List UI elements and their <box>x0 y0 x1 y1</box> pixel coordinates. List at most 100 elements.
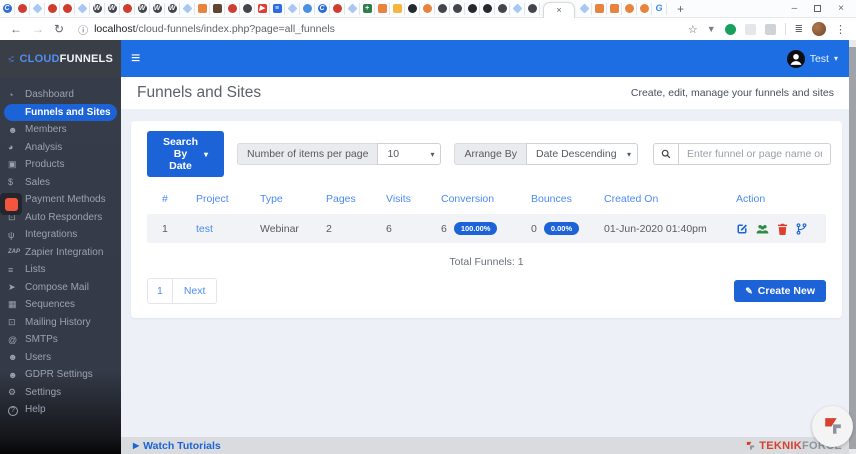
bookmark-star-icon[interactable]: ☆ <box>688 23 698 36</box>
sidebar-item-help[interactable]: ?Help <box>0 401 121 419</box>
teknikforce-badge <box>812 406 853 447</box>
pinned-tab-favicon[interactable] <box>45 3 60 15</box>
grammarly-extension-icon[interactable] <box>725 24 736 35</box>
pinned-tab-favicon[interactable] <box>60 3 75 15</box>
pinned-tab-favicon[interactable]: W <box>105 3 120 15</box>
sidebar-item-funnels-and-sites[interactable]: Funnels and Sites <box>4 104 117 122</box>
search-by-date-button[interactable]: Search By Date▾ <box>147 131 224 177</box>
pinned-tab-favicon[interactable] <box>330 3 345 15</box>
watch-tutorials-link[interactable]: ▶ Watch Tutorials <box>133 440 221 452</box>
window-maximize-button[interactable] <box>814 5 821 12</box>
analysis-icon: ◕ <box>8 142 25 152</box>
pinned-tab-favicon[interactable] <box>180 3 195 15</box>
sidebar-item-zapier-integration[interactable]: ZAPZapier Integration <box>0 244 121 262</box>
sidebar-item-members[interactable]: ☻Members <box>0 121 121 139</box>
pinned-tab-favicon[interactable] <box>592 3 607 15</box>
scrollbar[interactable] <box>849 40 856 454</box>
tab-close-icon[interactable]: × <box>556 6 561 15</box>
site-info-icon[interactable]: ⓘ <box>78 22 88 37</box>
pinned-tab-favicon[interactable]: W <box>90 3 105 15</box>
pinned-tab-favicon[interactable] <box>210 3 225 15</box>
sidebar-item-products[interactable]: ▣Products <box>0 156 121 174</box>
active-tab[interactable]: × <box>543 2 575 18</box>
sidebar-item-integrations[interactable]: ψIntegrations <box>0 226 121 244</box>
sidebar-item-settings[interactable]: ⚙Settings <box>0 384 121 402</box>
members-icon[interactable] <box>756 223 769 235</box>
address-bar[interactable]: localhost/cloud-funnels/index.php?page=a… <box>94 23 335 35</box>
hamburger-menu-icon[interactable]: ≡ <box>131 50 140 68</box>
sidebar-item-mailing-history[interactable]: ⊡Mailing History <box>0 314 121 332</box>
window-minimize-button[interactable]: – <box>792 3 798 14</box>
pinned-tab-favicon[interactable]: ▶ <box>255 3 270 15</box>
extension-icon[interactable] <box>765 24 776 35</box>
browser-profile-avatar[interactable] <box>812 22 826 36</box>
project-link[interactable]: test <box>196 223 260 235</box>
conversion-count: 6 <box>441 223 447 235</box>
forward-button[interactable]: → <box>32 22 44 36</box>
pinned-tab-favicon[interactable]: G <box>652 3 667 15</box>
pinned-tab-favicon[interactable]: ≡ <box>270 3 285 15</box>
delete-icon[interactable] <box>777 223 788 235</box>
back-button[interactable]: ← <box>10 22 22 36</box>
created-on: 01-Jun-2020 01:40pm <box>604 223 736 235</box>
clone-funnel-icon[interactable] <box>796 223 807 235</box>
pinned-tab-favicon[interactable]: W <box>135 3 150 15</box>
arrange-by-select[interactable]: Date Descending▾ <box>526 143 638 165</box>
pinned-tab-favicon[interactable]: C <box>0 3 15 15</box>
sidebar-item-sales[interactable]: $Sales <box>0 174 121 192</box>
pinned-tab-favicon[interactable] <box>637 3 652 15</box>
scrollbar-thumb[interactable] <box>849 47 856 449</box>
pinned-tab-favicon[interactable] <box>420 3 435 15</box>
pinned-tab-favicon[interactable] <box>405 3 420 15</box>
pinned-tab-favicon[interactable]: + <box>360 3 375 15</box>
pinned-tab-favicon[interactable] <box>465 3 480 15</box>
pinned-tab-favicon[interactable]: C <box>315 3 330 15</box>
sidebar-item-users[interactable]: ☻Users <box>0 349 121 367</box>
pinned-tab-favicon[interactable] <box>435 3 450 15</box>
pinned-tab-favicon[interactable] <box>450 3 465 15</box>
sidebar-item-gdpr-settings[interactable]: ☻GDPR Settings <box>0 366 121 384</box>
pinned-tab-favicon[interactable] <box>607 3 622 15</box>
pinned-tab-favicon[interactable] <box>300 3 315 15</box>
pinned-tab-favicon[interactable] <box>75 3 90 15</box>
pinned-tab-favicon[interactable] <box>525 3 540 15</box>
sidebar-item-dashboard[interactable]: ◔Dashboard <box>0 86 121 104</box>
pinned-tab-favicon[interactable] <box>495 3 510 15</box>
sidebar-item-sequences[interactable]: ▦Sequences <box>0 296 121 314</box>
pinned-tab-favicon[interactable]: W <box>150 3 165 15</box>
sidebar-item-smtps[interactable]: @SMTPs <box>0 331 121 349</box>
search-input[interactable] <box>678 143 831 165</box>
sidebar-item-analysis[interactable]: ◕Analysis <box>0 139 121 157</box>
pinned-tab-favicon[interactable] <box>375 3 390 15</box>
user-menu[interactable]: Test ▾ <box>787 50 838 68</box>
pinned-tab-favicon[interactable] <box>285 3 300 15</box>
create-new-button[interactable]: ✎ Create New <box>734 280 826 302</box>
next-page-button[interactable]: Next <box>173 278 218 304</box>
browser-menu-icon[interactable]: ⋮ <box>835 23 846 36</box>
pinned-tab-favicon[interactable] <box>240 3 255 15</box>
pinned-tab-favicon[interactable] <box>480 3 495 15</box>
pinned-tab-favicon[interactable] <box>510 3 525 15</box>
items-per-page-select[interactable]: 10▾ <box>377 143 441 165</box>
brand-logo[interactable]: CLOUDFUNNELS <box>0 40 121 77</box>
pinned-tab-favicon[interactable] <box>15 3 30 15</box>
pinned-tab-favicon[interactable]: W <box>165 3 180 15</box>
pinned-tab-favicon[interactable] <box>622 3 637 15</box>
pinned-tab-favicon[interactable] <box>345 3 360 15</box>
new-tab-button[interactable]: + <box>673 2 688 16</box>
pinned-tab-favicon[interactable] <box>225 3 240 15</box>
extension-v-icon[interactable]: ▼ <box>707 24 716 34</box>
pinned-tab-favicon[interactable] <box>120 3 135 15</box>
pinned-tab-favicon[interactable] <box>30 3 45 15</box>
pinned-tab-favicon[interactable] <box>577 3 592 15</box>
sidebar-item-lists[interactable]: ≡Lists <box>0 261 121 279</box>
page-1-button[interactable]: 1 <box>147 278 173 304</box>
pinned-tab-favicon[interactable] <box>390 3 405 15</box>
sidebar-item-compose-mail[interactable]: ➤Compose Mail <box>0 279 121 297</box>
pinned-tab-favicon[interactable] <box>195 3 210 15</box>
notes-extension-icon[interactable]: ≣ <box>795 24 803 35</box>
extension-icon[interactable] <box>745 24 756 35</box>
reload-button[interactable]: ↻ <box>54 22 64 36</box>
window-close-button[interactable]: × <box>838 3 844 14</box>
edit-icon[interactable] <box>736 223 748 235</box>
